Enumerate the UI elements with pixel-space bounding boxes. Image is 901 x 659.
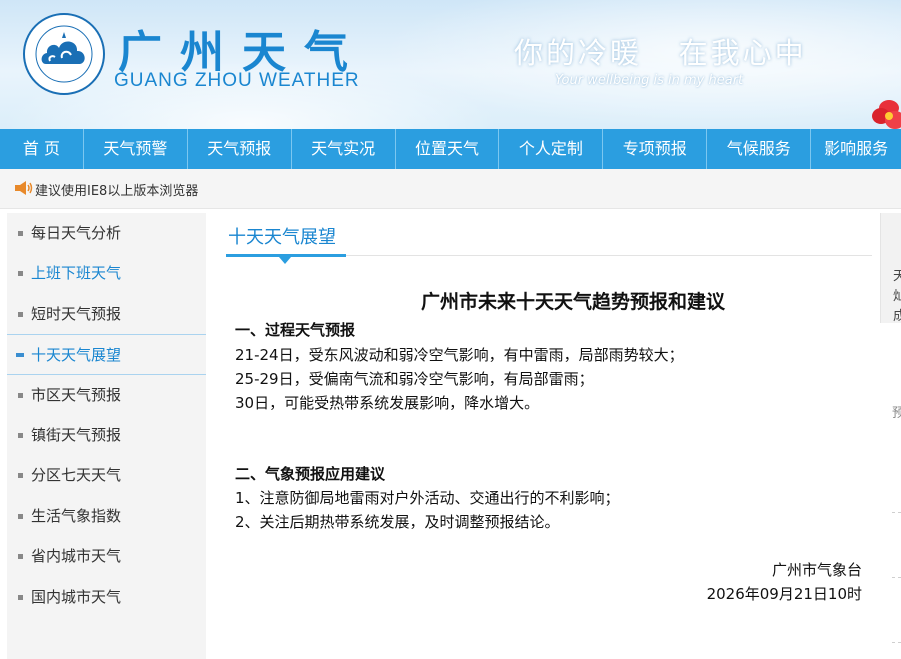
- bullet-icon: [18, 231, 23, 236]
- bullet-icon: [16, 353, 24, 358]
- bullet-icon: [18, 554, 23, 560]
- sidebar-item-label: 省内城市天气: [31, 547, 122, 566]
- sidebar-item-label: 十天天气展望: [31, 346, 122, 365]
- nav-impact-service[interactable]: 影响服务: [811, 129, 901, 169]
- sidebar-item-district-seven-day[interactable]: 分区七天天气: [7, 455, 206, 495]
- right-panel-mark: 预: [892, 406, 901, 421]
- main-nav: 首 页 天气预警 天气预报 天气实况 位置天气 个人定制 专项预报 气候服务 影…: [0, 129, 901, 169]
- site-subtitle: GUANG ZHOU WEATHER: [114, 70, 360, 91]
- forecast-line: 21-24日，受东风波动和弱冷空气影响，有中雷雨，局部雨势较大；: [235, 346, 684, 364]
- nav-weather-warning[interactable]: 天气预警: [84, 129, 188, 169]
- sidebar-item-short-term-forecast[interactable]: 短时天气预报: [7, 294, 206, 334]
- bullet-icon: [18, 513, 23, 519]
- sidebar-item-ten-day-outlook[interactable]: 十天天气展望: [7, 334, 206, 375]
- sidebar-item-label: 镇街天气预报: [31, 425, 122, 444]
- article-title-text: 广州市未来十天天气趋势预报和建议: [420, 291, 725, 313]
- sidebar-item-label: 每日天气分析: [31, 224, 122, 242]
- guangzhou-meteorology-logo[interactable]: [22, 12, 106, 96]
- advice-line: 1、注意防御局地雷雨对户外活动、交通出行的不利影响；: [235, 489, 620, 507]
- bullet-icon: [18, 311, 23, 317]
- tab-ten-day-outlook[interactable]: 十天天气展望: [226, 223, 346, 249]
- flower-icon: [872, 100, 901, 129]
- browser-notice-bar: 建议使用IE8以上版本浏览器: [0, 169, 901, 209]
- sidebar-item-commute-weather[interactable]: 上班下班天气: [7, 253, 206, 293]
- forecast-line: 25-29日，受偏南气流和弱冷空气影响，有局部雷雨；: [235, 370, 594, 388]
- article-title: 广州市未来十天天气趋势预报和建议: [226, 287, 872, 314]
- sidebar-item-label: 上班下班天气: [31, 264, 122, 283]
- bullet-icon: [18, 271, 23, 277]
- section-title-process-forecast: 一、过程天气预报: [235, 321, 356, 339]
- advice-line: 2、关注后期热带系统发展，及时调整预报结论。: [235, 513, 560, 531]
- bullet-icon: [18, 392, 23, 398]
- bullet-icon: [18, 473, 23, 479]
- nav-personal-custom[interactable]: 个人定制: [499, 129, 604, 169]
- nav-location-weather[interactable]: 位置天气: [396, 129, 500, 169]
- nav-special-forecast[interactable]: 专项预报: [603, 129, 708, 169]
- slogan-english: Your wellbeing is in my heart: [555, 73, 744, 88]
- right-panel-char: 灿: [893, 289, 901, 304]
- right-panel: 天 灿 成: [880, 213, 901, 324]
- right-panel-char: 成: [893, 309, 901, 324]
- sidebar-item-life-index[interactable]: 生活气象指数: [7, 496, 206, 536]
- bullet-icon: [18, 432, 23, 438]
- nav-weather-observation[interactable]: 天气实况: [292, 129, 396, 169]
- slogan: 你的冷暖 在我心中: [514, 36, 807, 70]
- nav-home[interactable]: 首 页: [0, 129, 84, 169]
- section-title-advice: 二、气象预报应用建议: [235, 465, 386, 483]
- sidebar-item-province-cities[interactable]: 省内城市天气: [7, 536, 206, 576]
- speaker-icon: [15, 181, 33, 195]
- sidebar-item-daily-analysis[interactable]: 每日天气分析: [7, 213, 206, 253]
- sidebar-item-label: 生活气象指数: [31, 506, 122, 525]
- sidebar-item-street-forecast[interactable]: 镇街天气预报: [7, 415, 206, 455]
- forecast-line: 30日，可能受热带系统发展影响，降水增大。: [235, 394, 540, 412]
- bullet-icon: [18, 594, 23, 600]
- right-panel-char: 天: [893, 269, 901, 284]
- sidebar: 每日天气分析 上班下班天气 短时天气预报 十天天气展望 市区天气预报 镇街天气预…: [7, 213, 206, 659]
- sidebar-item-label: 国内城市天气: [31, 587, 122, 606]
- divider: [892, 512, 901, 513]
- main-content: 十天天气展望 广州市未来十天天气趋势预报和建议 一、过程天气预报 21-24日，…: [226, 213, 872, 659]
- divider: [892, 577, 901, 578]
- nav-climate-service[interactable]: 气候服务: [707, 129, 812, 169]
- divider: [892, 642, 901, 643]
- sidebar-item-label: 分区七天天气: [31, 466, 122, 485]
- sidebar-item-label: 短时天气预报: [31, 304, 122, 323]
- publish-date: 2026年09月21日10时: [706, 585, 862, 603]
- signature: 广州市气象台: [771, 561, 862, 579]
- nav-weather-forecast[interactable]: 天气预报: [188, 129, 292, 169]
- sidebar-item-domestic-cities[interactable]: 国内城市天气: [7, 577, 206, 617]
- tab-arrow-icon: [279, 257, 291, 264]
- site-banner: 广州天气 GUANG ZHOU WEATHER 你的冷暖 在我心中 Your w…: [0, 0, 901, 130]
- sidebar-item-urban-forecast[interactable]: 市区天气预报: [7, 375, 206, 415]
- sidebar-item-label: 市区天气预报: [31, 385, 122, 404]
- browser-notice-text: 建议使用IE8以上版本浏览器: [35, 184, 199, 199]
